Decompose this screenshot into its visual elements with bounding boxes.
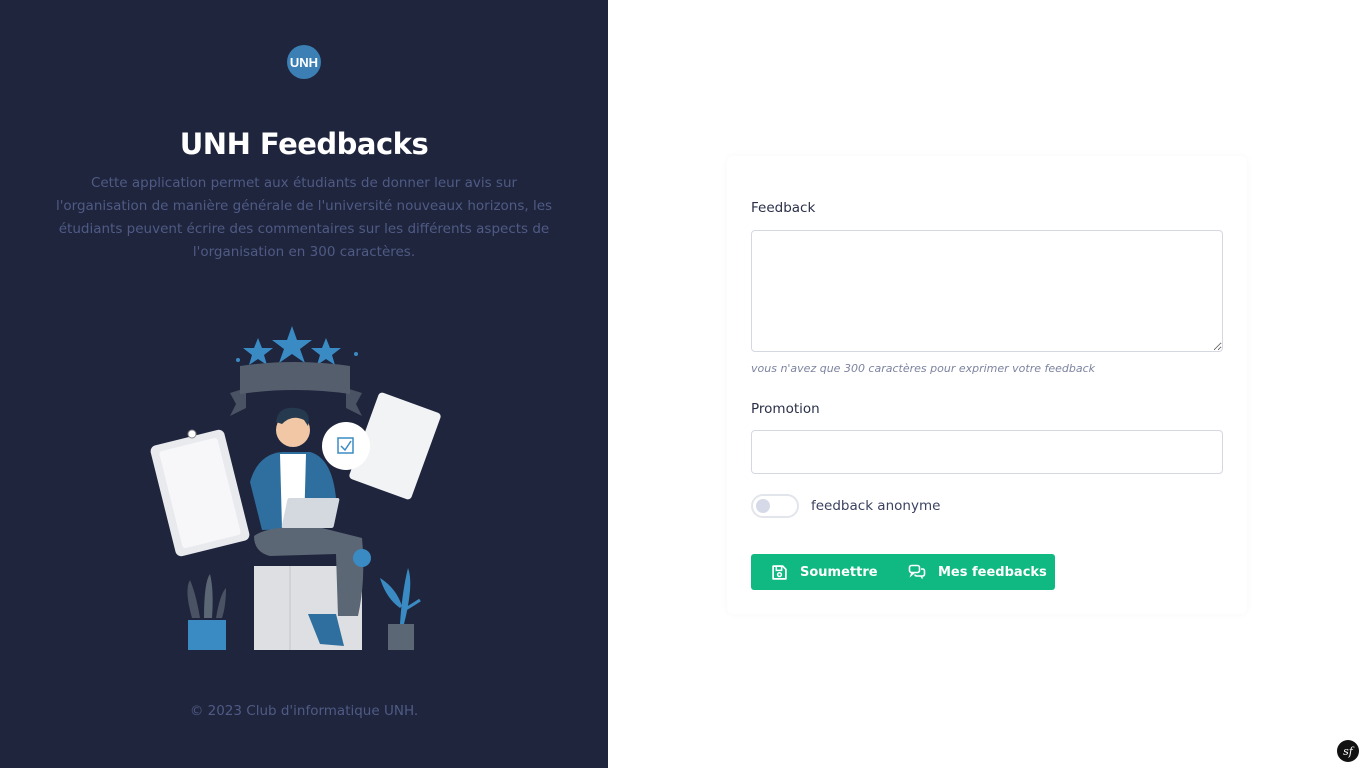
promotion-label: Promotion <box>751 401 820 417</box>
feedback-illustration <box>150 326 441 650</box>
logo-text: UNH <box>290 55 318 70</box>
app-title: UNH Feedbacks <box>179 127 429 161</box>
anonymous-toggle[interactable] <box>751 494 799 518</box>
feedback-form-card <box>727 156 1247 614</box>
anonymous-toggle-label[interactable]: feedback anonyme <box>811 498 940 514</box>
symfony-icon[interactable]: sf <box>1337 740 1359 762</box>
chat-bubbles-icon <box>908 564 926 579</box>
feedback-label: Feedback <box>751 200 816 216</box>
submit-button[interactable]: Soumettre <box>751 554 888 590</box>
my-feedbacks-button[interactable]: Mes feedbacks <box>888 554 1055 590</box>
star-icon <box>311 338 341 365</box>
feedback-help-text: vous n'avez que 300 caractères pour expr… <box>751 362 1096 375</box>
copyright-text: © 2023 Club d'informatique UNH. <box>189 703 419 719</box>
my-feedbacks-button-label: Mes feedbacks <box>938 564 1047 580</box>
submit-button-label: Soumettre <box>800 564 878 580</box>
promotion-input[interactable] <box>751 430 1223 474</box>
logo-glyph: UNH <box>290 55 318 70</box>
feedback-textarea[interactable] <box>751 230 1223 352</box>
intro-panel: UNH UNH Feedbacks Cette application perm… <box>0 0 608 768</box>
form-button-group: Soumettre Mes feedbacks <box>751 554 1055 590</box>
unh-logo: UNH <box>287 45 321 79</box>
save-icon <box>772 564 787 580</box>
app-description: Cette application permet aux étudiants d… <box>55 175 553 260</box>
toggle-knob <box>756 499 770 513</box>
star-icon <box>243 338 273 365</box>
star-icon <box>272 326 312 363</box>
